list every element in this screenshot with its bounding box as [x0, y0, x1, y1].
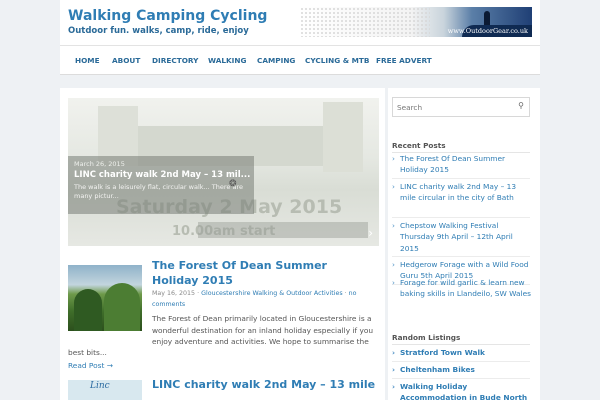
random-listings-heading: Random Listings — [392, 333, 461, 342]
nav-item-about[interactable]: ABOUT — [112, 56, 140, 65]
listing-link[interactable]: › Cheltenham Bikes — [392, 364, 532, 375]
search-box[interactable]: ⚲ — [392, 97, 530, 117]
site-title[interactable]: Walking Camping Cycling — [68, 8, 267, 24]
listing-label: Stratford Town Walk — [400, 348, 485, 357]
slider-caption-text: The walk is a leisurely flat, circular w… — [74, 183, 243, 200]
divider — [392, 256, 530, 257]
chevron-right-icon: › — [392, 382, 396, 391]
listing-link[interactable]: › Stratford Town Walk — [392, 347, 532, 358]
post-excerpt-continued: best bits... — [68, 348, 107, 357]
post-category-link[interactable]: Gloucestershire Walking & Outdoor Activi… — [201, 290, 343, 297]
listing-link[interactable]: › Walking Holiday Accommodation in Bude … — [392, 381, 532, 400]
post-meta: May 16, 2015 · Gloucestershire Walking &… — [152, 288, 377, 310]
site-header: Walking Camping Cycling Outdoor fun. wal… — [60, 0, 540, 45]
recent-post-link[interactable]: › Chepstow Walking Festival Thursday 9th… — [392, 220, 532, 254]
listing-label: Cheltenham Bikes — [400, 365, 475, 374]
nav-item-directory[interactable]: DIRECTORY — [152, 56, 198, 65]
slider-thumbnails[interactable] — [198, 222, 368, 238]
banner-pattern — [300, 7, 430, 37]
recent-posts-heading: Recent Posts — [392, 141, 446, 150]
recent-post-link[interactable]: › LINC charity walk 2nd May – 13 mile ci… — [392, 181, 532, 204]
banner-url: www.OutdoorGear.co.uk — [447, 27, 528, 35]
thumbnail-tree — [74, 289, 102, 331]
post-date: May 16, 2015 — [152, 290, 196, 297]
chevron-right-icon: › — [392, 348, 396, 357]
recent-post-link[interactable]: › Forage for wild garlic & learn new bak… — [392, 277, 532, 300]
slider-caption-date: March 26, 2015 — [74, 160, 125, 168]
nav-item-walking[interactable]: WALKING — [208, 56, 246, 65]
divider — [392, 178, 530, 179]
nav-item-free-advert[interactable]: FREE ADVERT — [376, 56, 432, 65]
chevron-right-icon: › — [392, 278, 395, 287]
sidebar: ⚲ Recent Posts › The Forest Of Dean Summ… — [388, 88, 540, 400]
slider-tree — [323, 102, 363, 172]
main-navigation: HOME ABOUT DIRECTORY WALKING CAMPING CYC… — [60, 45, 540, 75]
divider — [392, 378, 530, 379]
chevron-right-icon[interactable]: › — [368, 226, 373, 240]
slider-caption-title[interactable]: LINC charity walk 2nd May – 13 mil... — [74, 170, 250, 180]
main-content: Saturday 2 May 2015 10.00am start March … — [60, 88, 385, 400]
post-thumbnail[interactable]: Linc — [68, 380, 142, 400]
site-tagline: Outdoor fun. walks, camp, ride, enjoy — [68, 26, 249, 36]
header-banner[interactable]: www.OutdoorGear.co.uk — [300, 7, 532, 37]
listing-label: Walking Holiday Accommodation in Bude No… — [400, 382, 528, 400]
thumbnail-logo-text: Linc — [90, 381, 110, 391]
recent-post-label: LINC charity walk 2nd May – 13 mile circ… — [400, 182, 517, 203]
chevron-right-icon: › — [392, 365, 396, 374]
chevron-right-icon: › — [392, 182, 395, 191]
post-title[interactable]: LINC charity walk 2nd May – 13 mile — [152, 378, 375, 391]
divider — [392, 361, 530, 362]
slider-caption[interactable]: March 26, 2015 LINC charity walk 2nd May… — [68, 156, 254, 214]
loading-icon: ❂ — [229, 179, 237, 189]
chevron-right-icon: › — [392, 260, 395, 269]
featured-slider[interactable]: Saturday 2 May 2015 10.00am start March … — [68, 98, 379, 246]
search-icon[interactable]: ⚲ — [518, 101, 524, 110]
chevron-right-icon: › — [392, 221, 395, 230]
nav-item-camping[interactable]: CAMPING — [257, 56, 295, 65]
chevron-right-icon: › — [392, 154, 395, 163]
recent-post-label: Chepstow Walking Festival Thursday 9th A… — [400, 221, 513, 253]
search-input[interactable] — [397, 101, 507, 113]
post-thumbnail[interactable] — [68, 265, 142, 331]
recent-post-link[interactable]: › The Forest Of Dean Summer Holiday 2015 — [392, 153, 532, 176]
banner-walker-figure — [484, 11, 490, 25]
thumbnail-tree — [104, 283, 140, 331]
divider — [392, 217, 530, 218]
post-title[interactable]: The Forest Of Dean Summer Holiday 2015 — [152, 258, 372, 288]
recent-post-label: Forage for wild garlic & learn new bakin… — [400, 278, 531, 299]
divider — [392, 344, 530, 345]
post-excerpt: The Forest of Dean primarily located in … — [152, 314, 374, 346]
nav-item-cycling-mtb[interactable]: CYCLING & MTB — [305, 56, 369, 65]
nav-item-home[interactable]: HOME — [75, 56, 100, 65]
recent-post-label: The Forest Of Dean Summer Holiday 2015 — [400, 154, 506, 175]
read-post-link[interactable]: Read Post → — [68, 361, 113, 370]
